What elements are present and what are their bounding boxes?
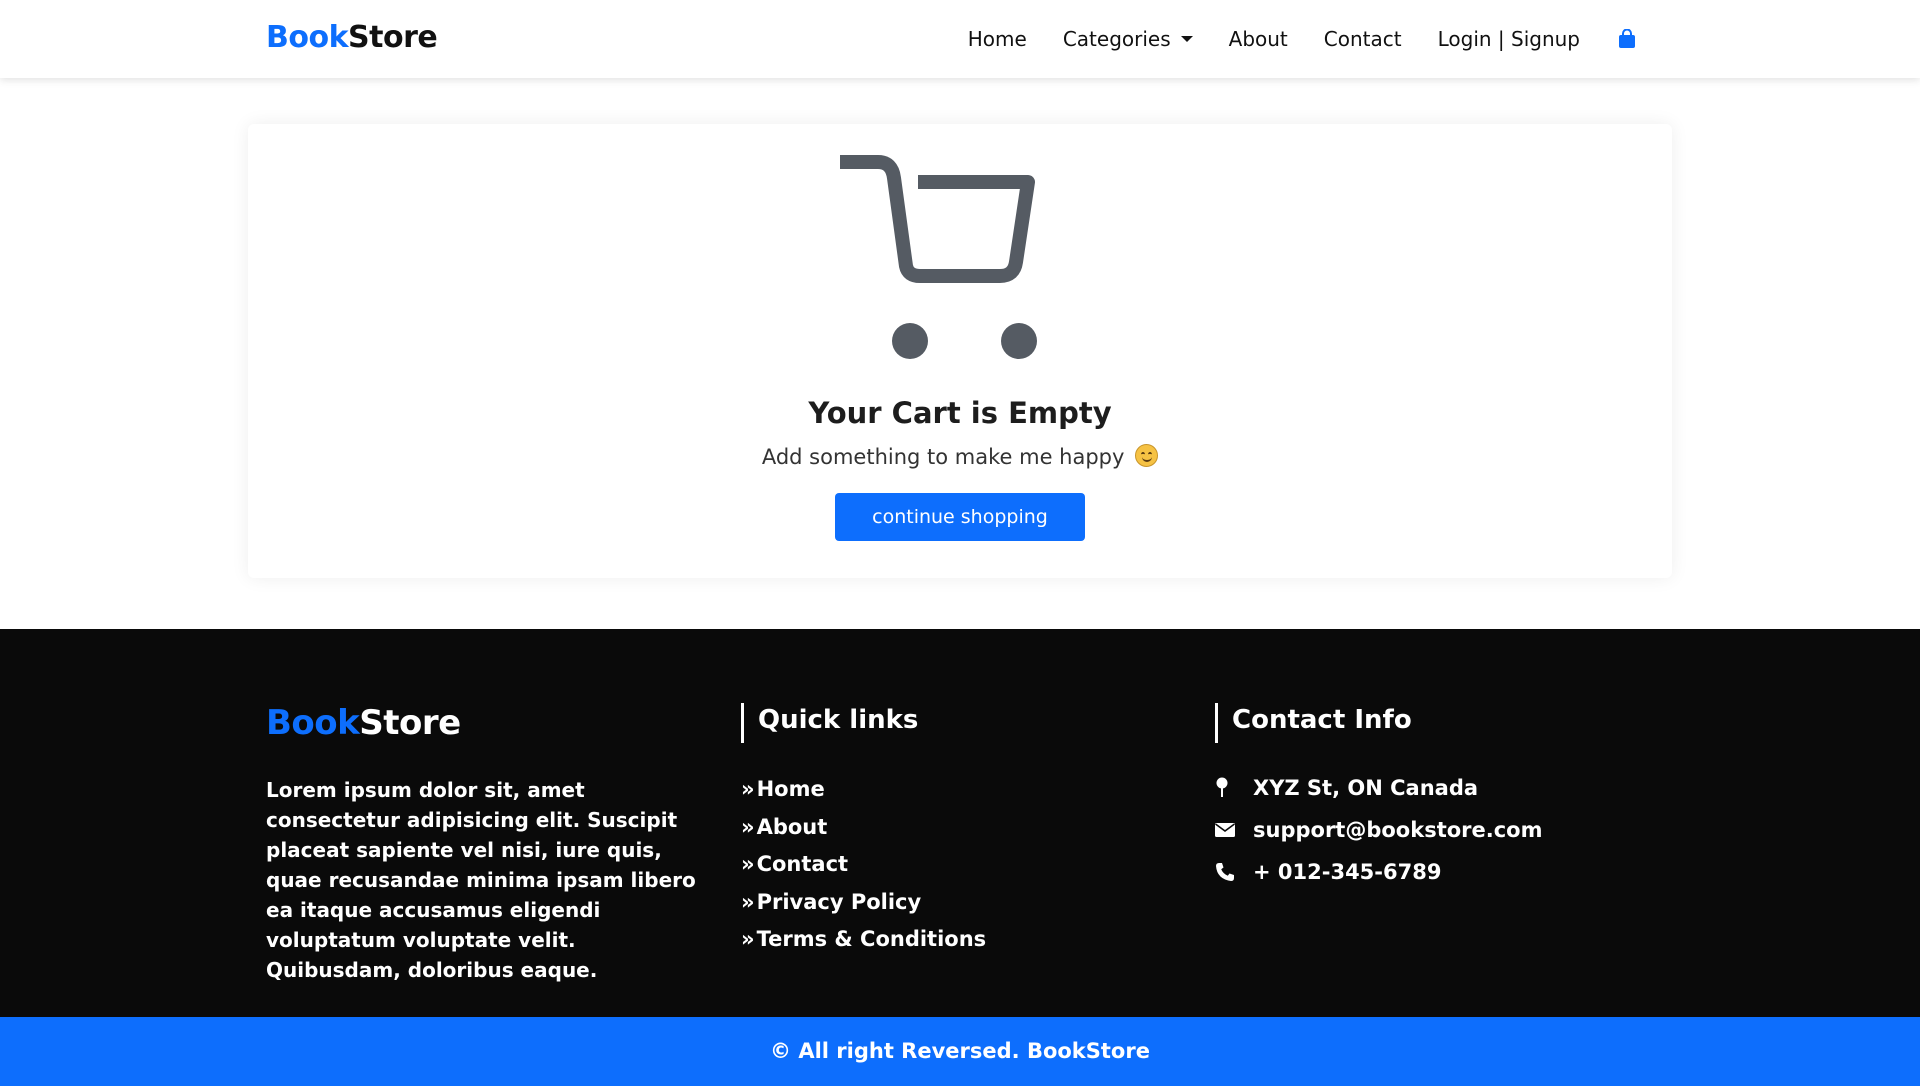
envelope-icon (1215, 822, 1243, 838)
nav-login-signup-link[interactable]: Login | Signup (1420, 27, 1598, 51)
quick-link-about[interactable]: » About (741, 809, 986, 847)
empty-cart-subtitle: Add something to make me happy (248, 444, 1672, 469)
quick-link-home[interactable]: » Home (741, 771, 986, 809)
nav-home-link[interactable]: Home (950, 27, 1045, 51)
quick-link-label: Contact (756, 852, 849, 876)
empty-cart-title: Your Cart is Empty (808, 396, 1112, 430)
quick-link-privacy-policy[interactable]: » Privacy Policy (741, 884, 986, 922)
quick-links-title: Quick links (741, 703, 918, 743)
quick-link-contact[interactable]: » Contact (741, 846, 986, 884)
smiling-face-emoji-icon (1135, 444, 1159, 467)
double-chevron-right-icon: » (741, 927, 755, 951)
nav-links: Home Categories About Contact Login | Si… (950, 0, 1636, 78)
brand-part-book: Book (266, 20, 349, 55)
contact-phone[interactable]: + 012-345-6789 (1215, 851, 1543, 893)
contact-info-title: Contact Info (1215, 703, 1412, 743)
footer-brand-part-book: Book (266, 703, 360, 743)
nav-categories-dropdown[interactable]: Categories (1045, 27, 1211, 51)
brand-logo[interactable]: BookStore (266, 18, 438, 58)
quick-link-terms-conditions[interactable]: » Terms & Conditions (741, 921, 986, 959)
empty-cart-card: Your Cart is Empty Add something to make… (248, 124, 1672, 578)
quick-link-label: Privacy Policy (756, 889, 922, 914)
continue-shopping-button[interactable]: continue shopping (835, 493, 1085, 541)
nav-about-link[interactable]: About (1211, 27, 1306, 51)
quick-link-label: About (756, 814, 828, 839)
contact-phone-text: + 012-345-6789 (1253, 860, 1442, 884)
double-chevron-right-icon: » (741, 814, 755, 839)
footer-about-text: Lorem ipsum dolor sit, amet consectetur … (266, 778, 696, 982)
nav-categories-label: Categories (1062, 27, 1171, 51)
contact-address: XYZ St, ON Canada (1215, 767, 1543, 809)
double-chevron-right-icon: » (741, 777, 755, 801)
quick-link-label: Terms & Conditions (756, 927, 987, 951)
contact-address-text: XYZ St, ON Canada (1253, 776, 1479, 800)
footer-brand-logo[interactable]: BookStore (266, 703, 461, 743)
map-pin-icon (1215, 777, 1243, 799)
quick-links-list: » Home » About » Contact » Privacy Policy » T… (741, 771, 986, 959)
contact-email-text: support@bookstore.com (1253, 818, 1543, 842)
caret-down-icon (1180, 36, 1193, 42)
double-chevron-right-icon: » (741, 852, 755, 876)
nav-contact-link[interactable]: Contact (1306, 27, 1420, 51)
brand-part-store: Store (348, 20, 438, 55)
contact-email[interactable]: support@bookstore.com (1215, 809, 1543, 851)
copyright-bar: © All right Reversed. BookStore (0, 1017, 1920, 1086)
empty-cart-subtitle-text: Add something to make me happy (761, 445, 1125, 469)
cart-icon (838, 154, 1070, 368)
quick-link-label: Home (756, 777, 825, 801)
double-chevron-right-icon: » (741, 889, 755, 914)
footer-brand-part-store: Store (359, 703, 461, 743)
contact-info-list: XYZ St, ON Canada support@bookstore.com … (1215, 767, 1543, 893)
shopping-bag-icon[interactable] (1598, 29, 1636, 49)
footer: BookStore Lorem ipsum dolor sit, amet co… (0, 629, 1920, 1017)
navbar: BookStore Home Categories About Contact … (0, 0, 1920, 78)
phone-icon (1215, 862, 1243, 882)
